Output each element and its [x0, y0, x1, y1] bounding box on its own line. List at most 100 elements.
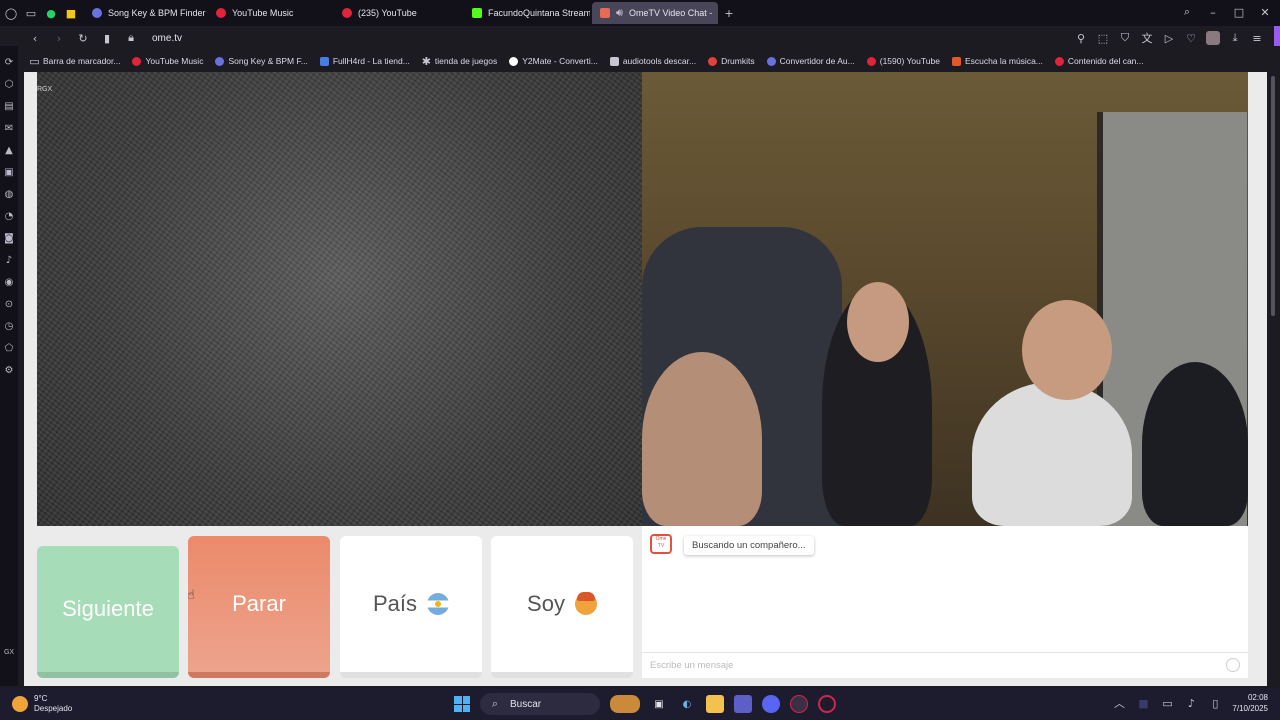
- tab-song-key[interactable]: Song Key & BPM Finder: [84, 2, 210, 24]
- bookmark-item[interactable]: (1590) YouTube: [866, 56, 940, 66]
- whatsapp-icon[interactable]: ●: [44, 6, 58, 20]
- task-view-icon[interactable]: ▣: [650, 695, 668, 713]
- tray-expand-icon[interactable]: ︿: [1112, 696, 1126, 710]
- player-icon[interactable]: ⊙: [3, 298, 15, 310]
- country-button[interactable]: País: [340, 536, 482, 678]
- new-tab-icon[interactable]: +: [722, 6, 736, 20]
- speed-dial-icon[interactable]: ⟳: [3, 56, 15, 68]
- workspace-icon[interactable]: ▭: [24, 6, 38, 20]
- extensions-icon[interactable]: ⬡: [3, 78, 15, 90]
- file-explorer-icon[interactable]: [706, 695, 724, 713]
- translate-icon[interactable]: 文: [1140, 31, 1154, 45]
- bookmark-folder[interactable]: ▭ Barra de marcador...: [29, 54, 120, 68]
- discord-icon[interactable]: ◉: [3, 276, 15, 288]
- opera-gx-icon[interactable]: [790, 695, 808, 713]
- youtube-icon: [1054, 56, 1064, 66]
- nav-controls: ‹ › ↻ ▮ 🔒︎: [0, 31, 138, 45]
- person: [972, 382, 1132, 526]
- scrollbar-thumb[interactable]: [1271, 76, 1275, 316]
- taskbar-search[interactable]: ⌕ Buscar: [480, 693, 600, 715]
- teams-icon[interactable]: [734, 695, 752, 713]
- search-tabs-icon[interactable]: ⌕: [1180, 5, 1194, 19]
- whatsapp-icon[interactable]: ◔: [3, 210, 15, 222]
- youtube-icon: [866, 56, 876, 66]
- app-tray-icon[interactable]: ■: [1136, 696, 1150, 710]
- tab-youtube-music[interactable]: YouTube Music: [208, 2, 334, 24]
- maximize-icon[interactable]: □: [1232, 5, 1246, 19]
- tab-label: FacundoQuintana Stream: [488, 8, 590, 18]
- bookmark-item[interactable]: Contenido del can...: [1054, 56, 1144, 66]
- bookmark-item[interactable]: ✱ tienda de juegos: [421, 54, 498, 68]
- screenshot-icon[interactable]: ⬚: [1096, 31, 1110, 45]
- chat-panel: Ome TV Buscando un compañero... Escribe …: [642, 526, 1248, 678]
- opera-gx-alt-icon[interactable]: [818, 695, 836, 713]
- bookmark-item[interactable]: YouTube Music: [132, 56, 203, 66]
- windows-start-icon[interactable]: [454, 696, 470, 712]
- pin-icon[interactable]: ⚲: [1074, 31, 1088, 45]
- tiktok-icon[interactable]: ♪: [3, 254, 15, 266]
- instagram-icon[interactable]: ◙: [3, 232, 15, 244]
- download-icon[interactable]: ⤓: [1228, 31, 1242, 45]
- opera-gx-icon[interactable]: ◯: [4, 6, 18, 20]
- ometv-page: RGX Siguiente Parar País Soy ☝ Ome TV Bu…: [24, 72, 1267, 686]
- tab-youtube[interactable]: (235) YouTube: [334, 2, 460, 24]
- bookmark-item[interactable]: Convertidor de Au...: [766, 56, 855, 66]
- bookmark-label: audiotools descar...: [622, 56, 697, 66]
- stop-button[interactable]: Parar: [188, 536, 330, 678]
- clock[interactable]: 02:08 7/10/2025: [1232, 692, 1268, 714]
- camera-icon[interactable]: ▮: [100, 31, 114, 45]
- shield-icon[interactable]: ⛉: [1118, 31, 1132, 45]
- tab-kick-stream[interactable]: FacundoQuintana Stream: [464, 2, 590, 24]
- steam-icon[interactable]: ◐: [678, 695, 696, 713]
- bookmark-item[interactable]: audiotools descar...: [609, 56, 697, 66]
- speaker-icon[interactable]: 🔊︎: [616, 6, 623, 20]
- emoji-picker-icon[interactable]: [1226, 658, 1240, 672]
- lock-icon[interactable]: 🔒︎: [124, 31, 138, 45]
- news-icon[interactable]: ▤: [3, 100, 15, 112]
- volume-icon[interactable]: ♪: [1184, 696, 1198, 710]
- bookmark-item[interactable]: FullH4rd - La tiend...: [319, 56, 410, 66]
- bookmark-item[interactable]: Escucha la música...: [951, 56, 1043, 66]
- minimize-icon[interactable]: –: [1206, 5, 1220, 19]
- bookmark-label: YouTube Music: [145, 56, 204, 66]
- bookmark-label: Drumkits: [721, 56, 755, 66]
- gx-corner-icon[interactable]: ▲: [3, 144, 15, 156]
- cube-icon[interactable]: ⬠: [3, 342, 15, 354]
- music-note-icon: [92, 8, 102, 18]
- history-icon[interactable]: ◷: [3, 320, 15, 332]
- weather-widget[interactable]: 9°C Despejado: [12, 694, 72, 714]
- page-scrollbar[interactable]: [1270, 72, 1276, 686]
- gender-button[interactable]: Soy: [491, 536, 633, 678]
- discord-icon[interactable]: [762, 695, 780, 713]
- bookmark-icon[interactable]: ♡: [1184, 31, 1198, 45]
- next-button[interactable]: Siguiente: [37, 546, 179, 678]
- tab-ometv[interactable]: 🔊︎ OmeTV Video Chat -: [592, 2, 718, 24]
- mail-icon[interactable]: ✉: [3, 122, 15, 134]
- bookmark-label: FullH4rd - La tiend...: [332, 56, 410, 66]
- gear-icon: ✱: [421, 54, 431, 68]
- twitch-icon[interactable]: ▣: [3, 166, 15, 178]
- bookmark-item[interactable]: Y2Mate - Converti...: [509, 56, 598, 66]
- bookmark-item[interactable]: Song Key & BPM F...: [215, 56, 308, 66]
- converter-icon: [766, 56, 776, 66]
- battery-icon[interactable]: ▯: [1208, 696, 1222, 710]
- tabbar-left-icons: ◯ ▭ ● ■: [0, 6, 80, 20]
- menu-icon[interactable]: ≡: [1250, 31, 1264, 45]
- mouse-cursor-icon: ☝: [187, 588, 195, 603]
- reload-icon[interactable]: ↻: [76, 31, 90, 45]
- close-icon[interactable]: ✕: [1258, 5, 1272, 19]
- avatar[interactable]: [1206, 31, 1220, 45]
- messenger-icon[interactable]: ◍: [3, 188, 15, 200]
- stop-label: Parar: [232, 591, 286, 616]
- back-icon[interactable]: ‹: [28, 31, 42, 45]
- food-widget-icon[interactable]: [610, 695, 640, 713]
- settings-icon[interactable]: ⚙: [3, 364, 15, 376]
- play-icon[interactable]: ▷: [1162, 31, 1176, 45]
- message-input[interactable]: Escribe un mensaje: [642, 652, 1248, 678]
- network-icon[interactable]: ▭: [1160, 696, 1174, 710]
- forward-icon[interactable]: ›: [52, 31, 66, 45]
- bookmark-item[interactable]: Drumkits: [708, 56, 755, 66]
- notes-icon[interactable]: ■: [64, 6, 78, 20]
- url-field[interactable]: ome.tv: [152, 33, 182, 44]
- search-label: Buscar: [510, 698, 542, 710]
